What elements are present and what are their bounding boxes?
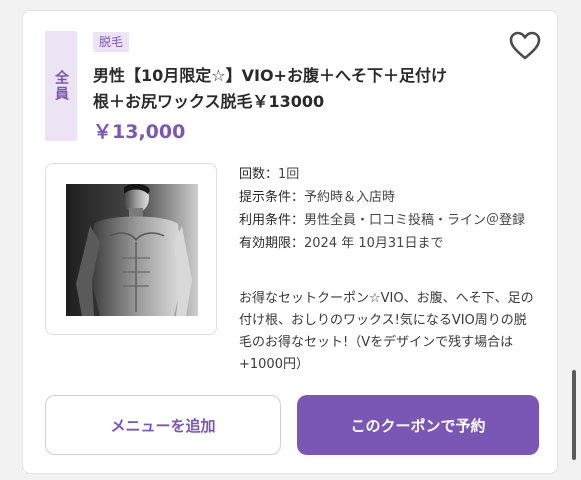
coupon-photo-frame [45, 163, 217, 335]
category-tag: 脱毛 [93, 32, 130, 52]
coupon-price: ￥13,000 [93, 121, 186, 143]
coupon-title: 男性【10月限定☆】VIO+お腹＋へそ下＋足付け根＋お尻ワックス脱毛￥13000 [93, 66, 447, 111]
detail-expiry: 有効期限： 2024 年 10月31日まで [239, 232, 539, 255]
coupon-description: お得なセットクーポン☆VIO、お腹、へそ下、足の付け根、おしりのワックス!気にな… [239, 291, 534, 372]
target-badge-label: 全員 [53, 70, 69, 102]
coupon-photo [66, 184, 198, 316]
coupon-details: 回数： 1回 提示条件： 予約時＆入店時 利用条件： 男性全員・口コミ投稿・ライ… [239, 163, 539, 255]
scrollbar[interactable] [572, 370, 576, 460]
detail-label: 有効期限： [239, 236, 305, 251]
add-menu-button[interactable]: メニューを追加 [45, 395, 281, 455]
detail-value: 2024 年 10月31日まで [304, 236, 444, 251]
detail-value: 1回 [278, 167, 300, 182]
book-with-coupon-button[interactable]: このクーポンで予約 [297, 395, 539, 455]
detail-count: 回数： 1回 [239, 163, 539, 186]
detail-label: 回数： [239, 167, 279, 182]
detail-label: 利用条件： [239, 213, 305, 228]
detail-presentation: 提示条件： 予約時＆入店時 [239, 186, 539, 209]
detail-conditions: 利用条件： 男性全員・口コミ投稿・ライン＠登録 [239, 209, 539, 232]
favorite-heart-icon[interactable] [509, 31, 541, 61]
detail-value: 男性全員・口コミ投稿・ライン＠登録 [304, 213, 526, 228]
detail-value: 予約時＆入店時 [304, 190, 396, 205]
coupon-card: 全員 脱毛 男性【10月限定☆】VIO+お腹＋へそ下＋足付け根＋お尻ワックス脱毛… [22, 10, 558, 474]
detail-label: 提示条件： [239, 190, 305, 205]
target-badge: 全員 [45, 31, 77, 141]
